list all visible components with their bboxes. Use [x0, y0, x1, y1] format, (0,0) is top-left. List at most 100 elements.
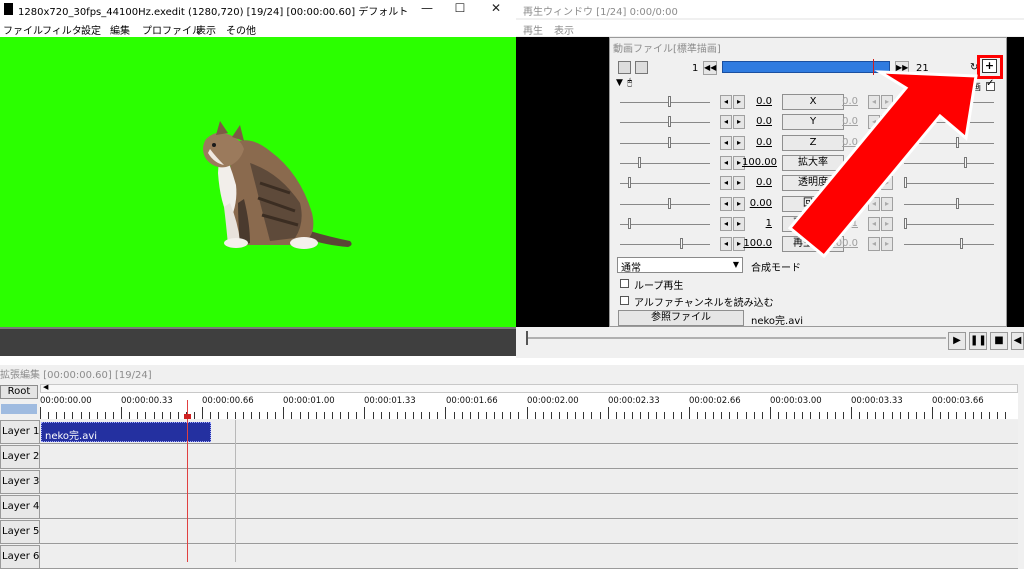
param-slider-track[interactable]	[620, 224, 710, 225]
param-slider-knob[interactable]	[680, 238, 683, 249]
param-slider-track[interactable]	[620, 183, 710, 184]
decrement-button[interactable]: ◂	[720, 237, 732, 251]
param-slider-track[interactable]	[620, 163, 710, 164]
playback-seek-handle[interactable]	[526, 331, 528, 345]
camera-icon[interactable]	[635, 61, 648, 74]
pause-button[interactable]: ❚❚	[969, 332, 987, 350]
layer-header[interactable]: Layer 6	[0, 545, 40, 569]
layer-header[interactable]: Layer 5	[0, 520, 40, 544]
close-button[interactable]: ✕	[476, 0, 516, 18]
frame-back-button[interactable]: ◀◀	[703, 61, 717, 75]
param-start-value[interactable]: 0.0	[742, 177, 772, 188]
scroll-left-icon[interactable]: ◀	[43, 383, 48, 391]
blend-mode-value: 通常	[621, 263, 641, 274]
ruler-tick	[835, 412, 836, 419]
red-arrow-icon	[787, 70, 978, 259]
time-label: 00:00:02.66	[689, 396, 741, 406]
timeline-scrollbar[interactable]: ◀	[40, 383, 1018, 393]
maximize-button[interactable]: ☐	[440, 0, 480, 18]
decrement-button[interactable]: ◂	[720, 136, 732, 150]
ruler-tick	[616, 412, 617, 419]
mouse-icon: 🖰	[627, 78, 633, 88]
ruler-tick	[97, 412, 98, 419]
param-slider-knob[interactable]	[638, 157, 641, 168]
ruler-tick	[908, 412, 909, 419]
ruler-tick	[194, 412, 195, 419]
menu-edit[interactable]: 編集	[110, 22, 130, 37]
menu-view[interactable]: 表示	[196, 22, 216, 37]
menu-other[interactable]: その他	[226, 22, 256, 37]
ruler-tick	[373, 412, 374, 419]
param-start-value[interactable]: 0.0	[742, 96, 772, 107]
timeline-clip[interactable]: neko完.avi	[41, 422, 211, 442]
param-slider-track[interactable]	[620, 122, 710, 123]
collapse-arrow-icon[interactable]: ▼	[616, 78, 623, 88]
param-start-value[interactable]: 0.0	[742, 137, 772, 148]
decrement-button[interactable]: ◂	[720, 217, 732, 231]
menu-profile[interactable]: プロファイル	[142, 22, 202, 37]
param-start-value[interactable]: 1	[742, 218, 772, 229]
layer-header[interactable]: Layer 3	[0, 470, 40, 494]
param-slider-knob[interactable]	[628, 218, 631, 229]
ruler-tick	[721, 412, 722, 419]
menu-settings[interactable]: 設定	[81, 22, 101, 37]
decrement-button[interactable]: ◂	[720, 176, 732, 190]
param-slider-knob[interactable]	[668, 96, 671, 107]
time-label: 00:00:00.33	[121, 396, 173, 406]
param-slider-knob[interactable]	[668, 116, 671, 127]
scene-end-line	[235, 420, 236, 562]
reference-file-button[interactable]: 参照ファイル	[618, 310, 744, 326]
layer-header[interactable]: Layer 4	[0, 495, 40, 519]
param-start-value[interactable]: 100.00	[742, 157, 777, 168]
layer-header[interactable]: Layer 1	[0, 420, 40, 444]
split-icon[interactable]	[618, 61, 631, 74]
ruler-tick	[648, 412, 649, 419]
root-button[interactable]: Root	[0, 385, 38, 399]
ruler-tick	[754, 412, 755, 419]
blend-mode-select[interactable]: 通常 ▼	[617, 257, 743, 274]
menu-filter[interactable]: フィルタ	[42, 22, 82, 37]
ruler-tick	[632, 412, 633, 419]
param-start-value[interactable]: 0.00	[742, 198, 772, 209]
alpha-checkbox[interactable]	[620, 296, 629, 305]
prev-button[interactable]: ◀	[1011, 332, 1024, 350]
menu-file[interactable]: ファイル	[3, 22, 43, 37]
layer-scroll-indicator[interactable]	[1, 404, 37, 414]
ruler-tick	[218, 412, 219, 419]
loop-checkbox[interactable]	[620, 279, 629, 288]
playhead-line[interactable]	[187, 400, 188, 562]
ruler-tick	[640, 412, 641, 419]
param-slider-track[interactable]	[620, 204, 710, 205]
decrement-button[interactable]: ◂	[720, 156, 732, 170]
ruler-tick	[502, 412, 503, 419]
ruler-tick	[494, 412, 495, 419]
stop-button[interactable]: ■	[990, 332, 1008, 350]
decrement-button[interactable]: ◂	[720, 115, 732, 129]
param-slider-track[interactable]	[620, 244, 710, 245]
ruler-tick	[202, 407, 203, 419]
playback-seek-track[interactable]	[526, 337, 946, 339]
param-slider-knob[interactable]	[668, 137, 671, 148]
ruler-tick	[308, 412, 309, 419]
param-slider-track[interactable]	[620, 143, 710, 144]
ruler-tick	[762, 412, 763, 419]
param-start-value[interactable]: 100.0	[742, 238, 772, 249]
layer-header[interactable]: Layer 2	[0, 445, 40, 469]
param-slider-knob[interactable]	[668, 198, 671, 209]
chevron-down-icon: ▼	[732, 260, 739, 269]
decrement-button[interactable]: ◂	[720, 197, 732, 211]
playhead-marker[interactable]	[184, 414, 191, 419]
param-slider-knob[interactable]	[628, 177, 631, 188]
param-start-value[interactable]: 0.0	[742, 116, 772, 127]
ruler-tick	[819, 412, 820, 419]
menu-play-view[interactable]: 表示	[554, 22, 574, 37]
menu-play[interactable]: 再生	[523, 22, 543, 37]
decrement-button[interactable]: ◂	[720, 95, 732, 109]
ruler-tick	[859, 412, 860, 419]
play-button[interactable]: ▶	[948, 332, 966, 350]
app-icon	[4, 3, 13, 15]
ruler-tick	[121, 407, 122, 419]
param-slider-track[interactable]	[620, 102, 710, 103]
ruler-tick	[600, 412, 601, 419]
ruler-tick	[892, 412, 893, 419]
